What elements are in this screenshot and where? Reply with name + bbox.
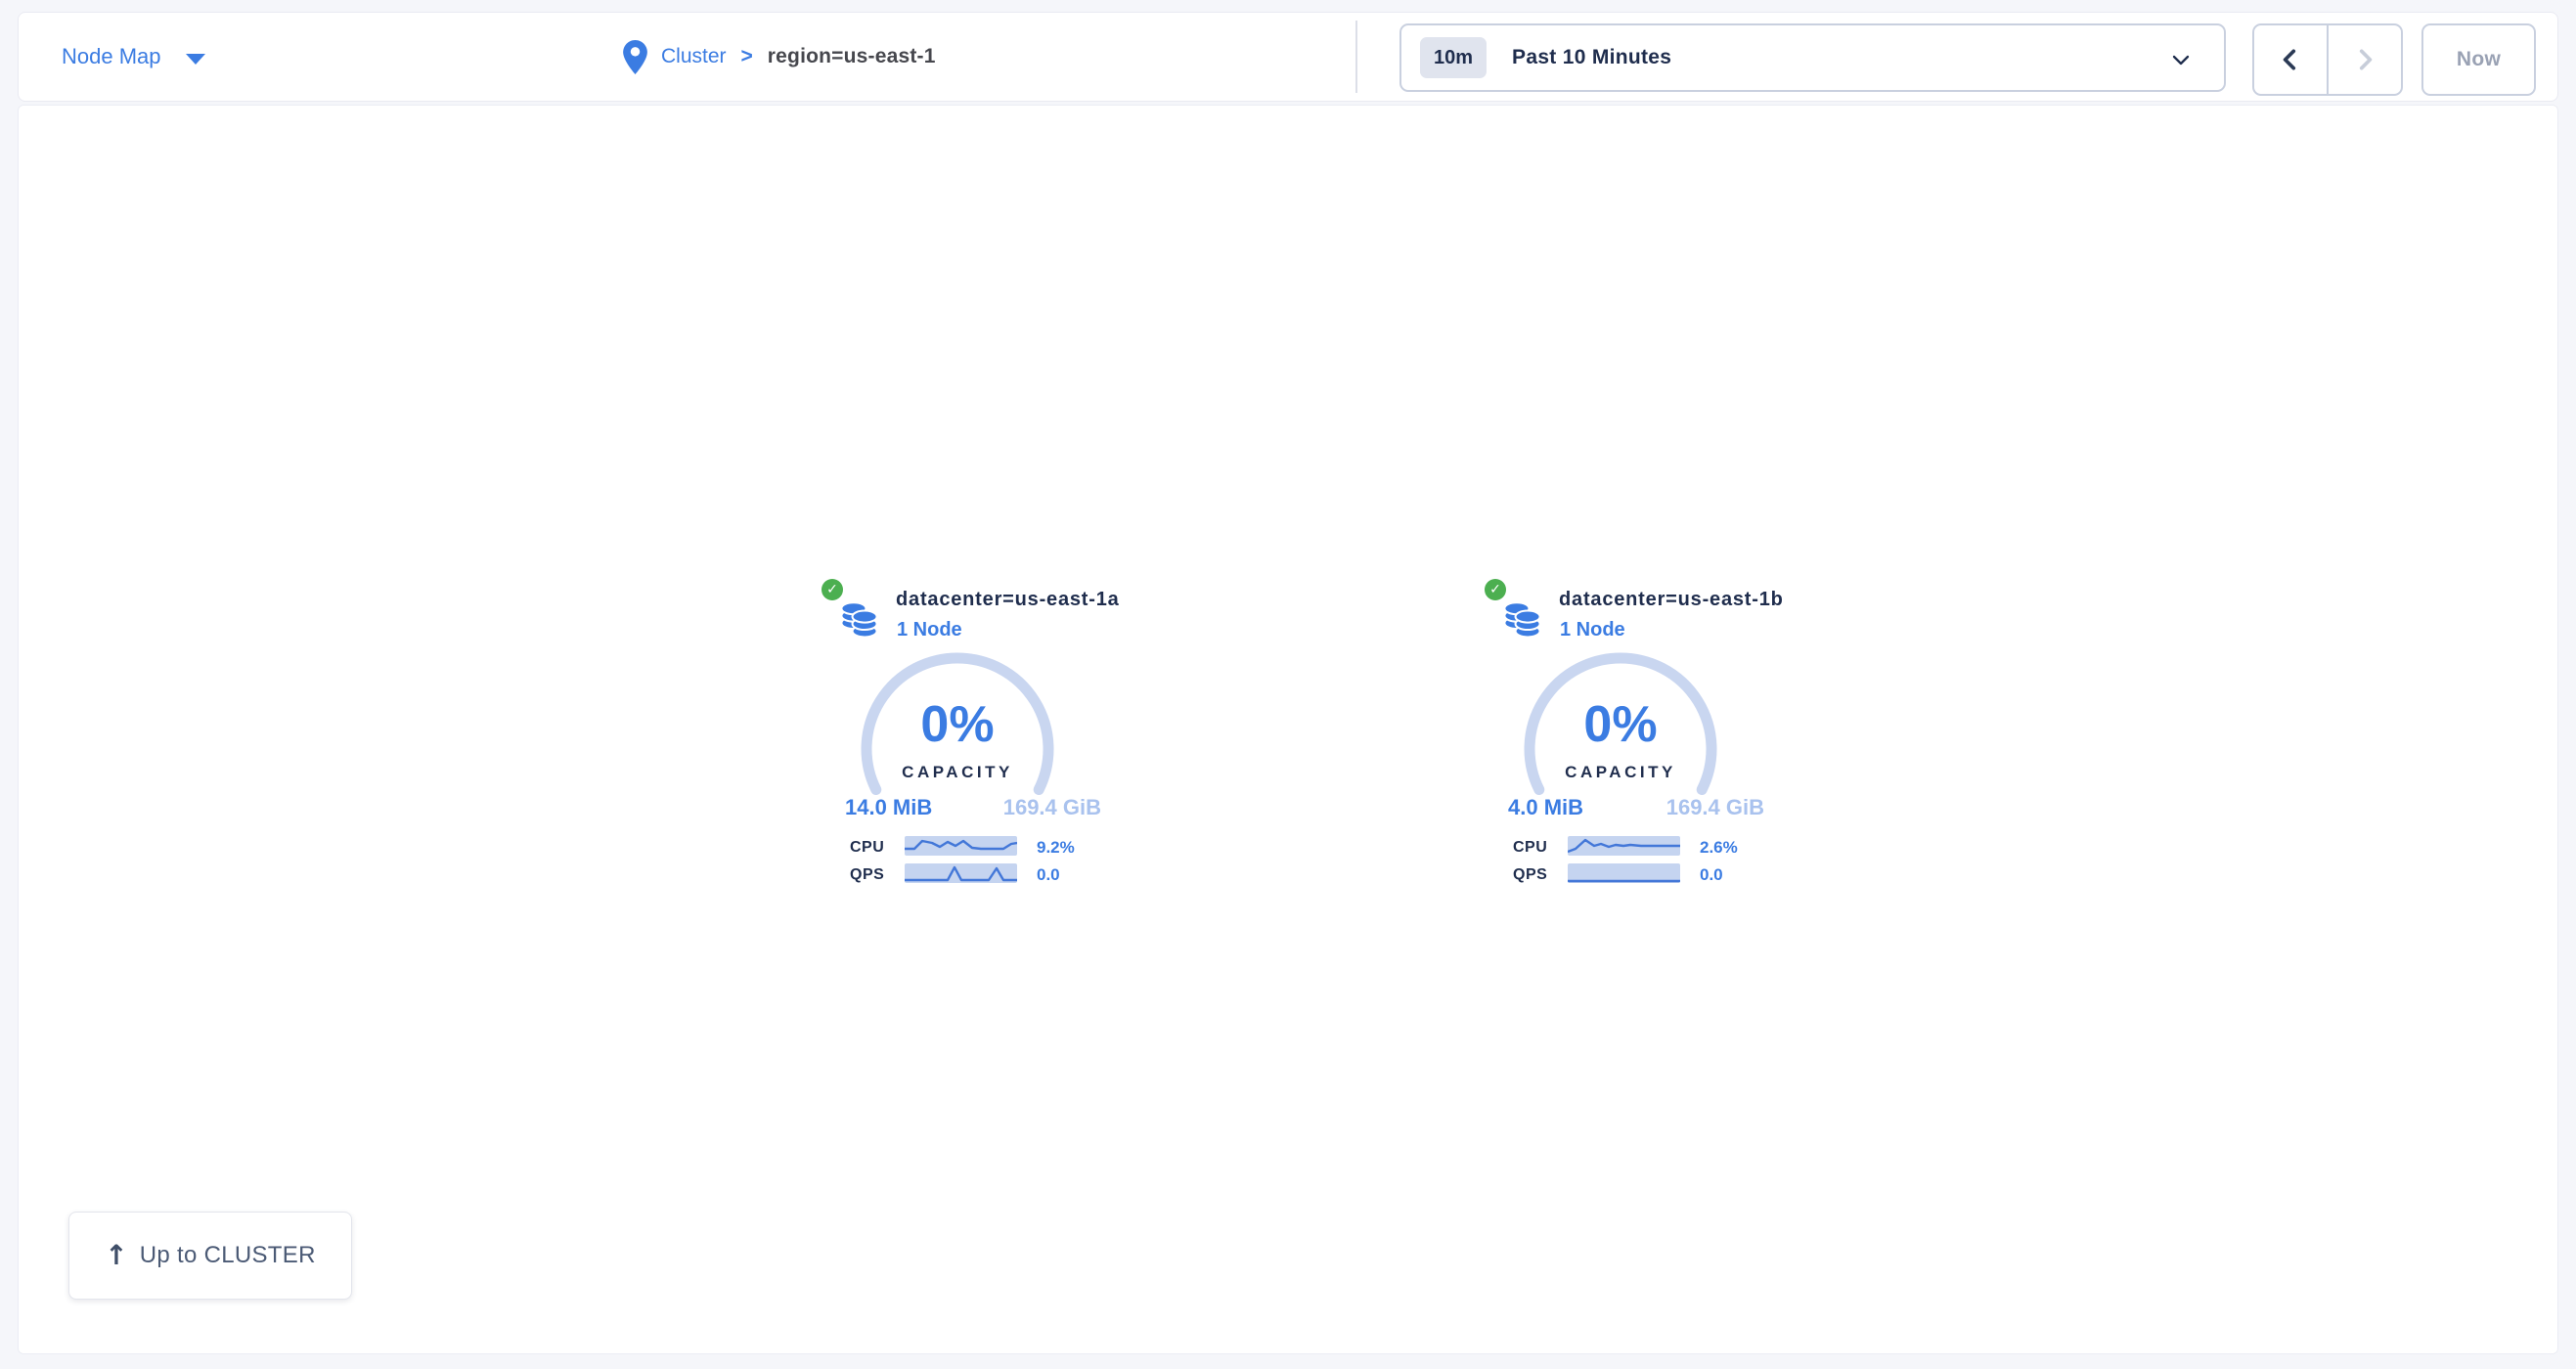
- time-range-label: Past 10 Minutes: [1512, 46, 1671, 69]
- view-selector-label: Node Map: [62, 44, 161, 69]
- cpu-value: 2.6%: [1700, 838, 1738, 858]
- locality-card-us-east-1a[interactable]: ✓ datacenter=us-east-1a 1 Node 0% CAPACI…: [822, 576, 1115, 899]
- view-selector-dropdown[interactable]: Node Map: [62, 13, 205, 101]
- qps-label: QPS: [850, 866, 884, 884]
- cpu-label: CPU: [850, 839, 884, 857]
- breadcrumb-cluster-link[interactable]: Cluster: [661, 45, 727, 68]
- time-range-selector[interactable]: 10m Past 10 Minutes: [1399, 23, 2226, 92]
- up-to-cluster-label: Up to CLUSTER: [140, 1242, 316, 1269]
- locality-node-count: 1 Node: [1560, 619, 1625, 641]
- topbar: Node Map Cluster > region=us-east-1 10m …: [18, 12, 2558, 102]
- locality-title: datacenter=us-east-1b: [1559, 589, 1784, 611]
- chevron-left-icon: [2278, 47, 2303, 72]
- time-prev-button[interactable]: [2254, 25, 2327, 94]
- database-icon: [840, 596, 878, 639]
- chevron-down-icon: [2169, 48, 2193, 71]
- caret-down-icon: [186, 54, 205, 65]
- cpu-label: CPU: [1513, 839, 1547, 857]
- capacity-percent: 0%: [1485, 699, 1756, 750]
- topbar-divider: [1355, 21, 1357, 93]
- time-next-button[interactable]: [2327, 25, 2401, 94]
- up-to-cluster-button[interactable]: ↑ Up to CLUSTER: [68, 1212, 352, 1300]
- capacity-percent: 0%: [822, 699, 1093, 750]
- capacity-total: 169.4 GiB: [1666, 795, 1764, 820]
- breadcrumb: Cluster > region=us-east-1: [623, 13, 936, 101]
- qps-label: QPS: [1513, 866, 1547, 884]
- capacity-total: 169.4 GiB: [1003, 795, 1101, 820]
- cpu-sparkline: [1568, 836, 1680, 856]
- capacity-used: 4.0 MiB: [1508, 795, 1583, 820]
- qps-sparkline: [1568, 863, 1680, 883]
- qps-value: 0.0: [1700, 865, 1723, 885]
- capacity-used: 14.0 MiB: [845, 795, 932, 820]
- chevron-right-icon: [2352, 47, 2377, 72]
- database-icon: [1503, 596, 1541, 639]
- qps-value: 0.0: [1037, 865, 1060, 885]
- check-icon: ✓: [826, 583, 838, 596]
- breadcrumb-separator: >: [741, 45, 753, 68]
- node-map-page: Node Map Cluster > region=us-east-1 10m …: [0, 0, 2576, 1369]
- arrow-up-icon: ↑: [105, 1242, 127, 1269]
- capacity-label: CAPACITY: [1485, 763, 1756, 782]
- locality-card-us-east-1b[interactable]: ✓ datacenter=us-east-1b 1 Node 0% CAPACI…: [1485, 576, 1778, 899]
- node-map-canvas: ✓ datacenter=us-east-1a 1 Node 0% CAPACI…: [18, 105, 2558, 1354]
- cpu-value: 9.2%: [1037, 838, 1075, 858]
- location-pin-icon: [623, 40, 647, 74]
- breadcrumb-current: region=us-east-1: [768, 45, 936, 68]
- time-nav-group: [2252, 23, 2403, 96]
- cpu-sparkline: [905, 836, 1017, 856]
- now-button[interactable]: Now: [2421, 23, 2536, 96]
- check-icon: ✓: [1489, 583, 1501, 596]
- time-range-badge: 10m: [1420, 37, 1487, 78]
- locality-title: datacenter=us-east-1a: [896, 589, 1120, 611]
- capacity-label: CAPACITY: [822, 763, 1093, 782]
- locality-node-count: 1 Node: [897, 619, 962, 641]
- qps-sparkline: [905, 863, 1017, 883]
